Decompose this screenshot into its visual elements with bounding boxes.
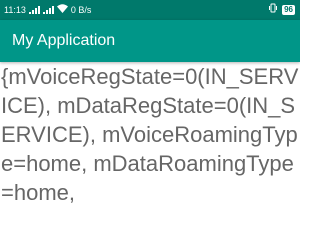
battery-level: 96: [284, 5, 293, 14]
vibrate-icon: [268, 0, 278, 20]
app-title: My Application: [12, 32, 116, 49]
status-time: 11:13: [4, 5, 26, 15]
data-speed: 0 B/s: [70, 5, 92, 15]
wifi-icon: [56, 0, 68, 20]
signal-icon: [28, 6, 40, 14]
status-left: 11:13 0 B/s: [4, 0, 91, 20]
service-state-text: {mVoiceRegState=0(IN_SERVICE), mDataRegS…: [1, 64, 299, 205]
phone-screen: 11:13 0 B/s 96 My Application {mVoiceReg…: [0, 0, 300, 210]
signal-icon-2: [42, 6, 54, 14]
battery-icon: 96: [282, 5, 295, 15]
status-right: 96: [268, 0, 295, 20]
status-bar: 11:13 0 B/s 96: [0, 0, 300, 20]
app-bar: My Application: [0, 20, 300, 62]
content-area: {mVoiceRegState=0(IN_SERVICE), mDataRegS…: [0, 62, 300, 210]
